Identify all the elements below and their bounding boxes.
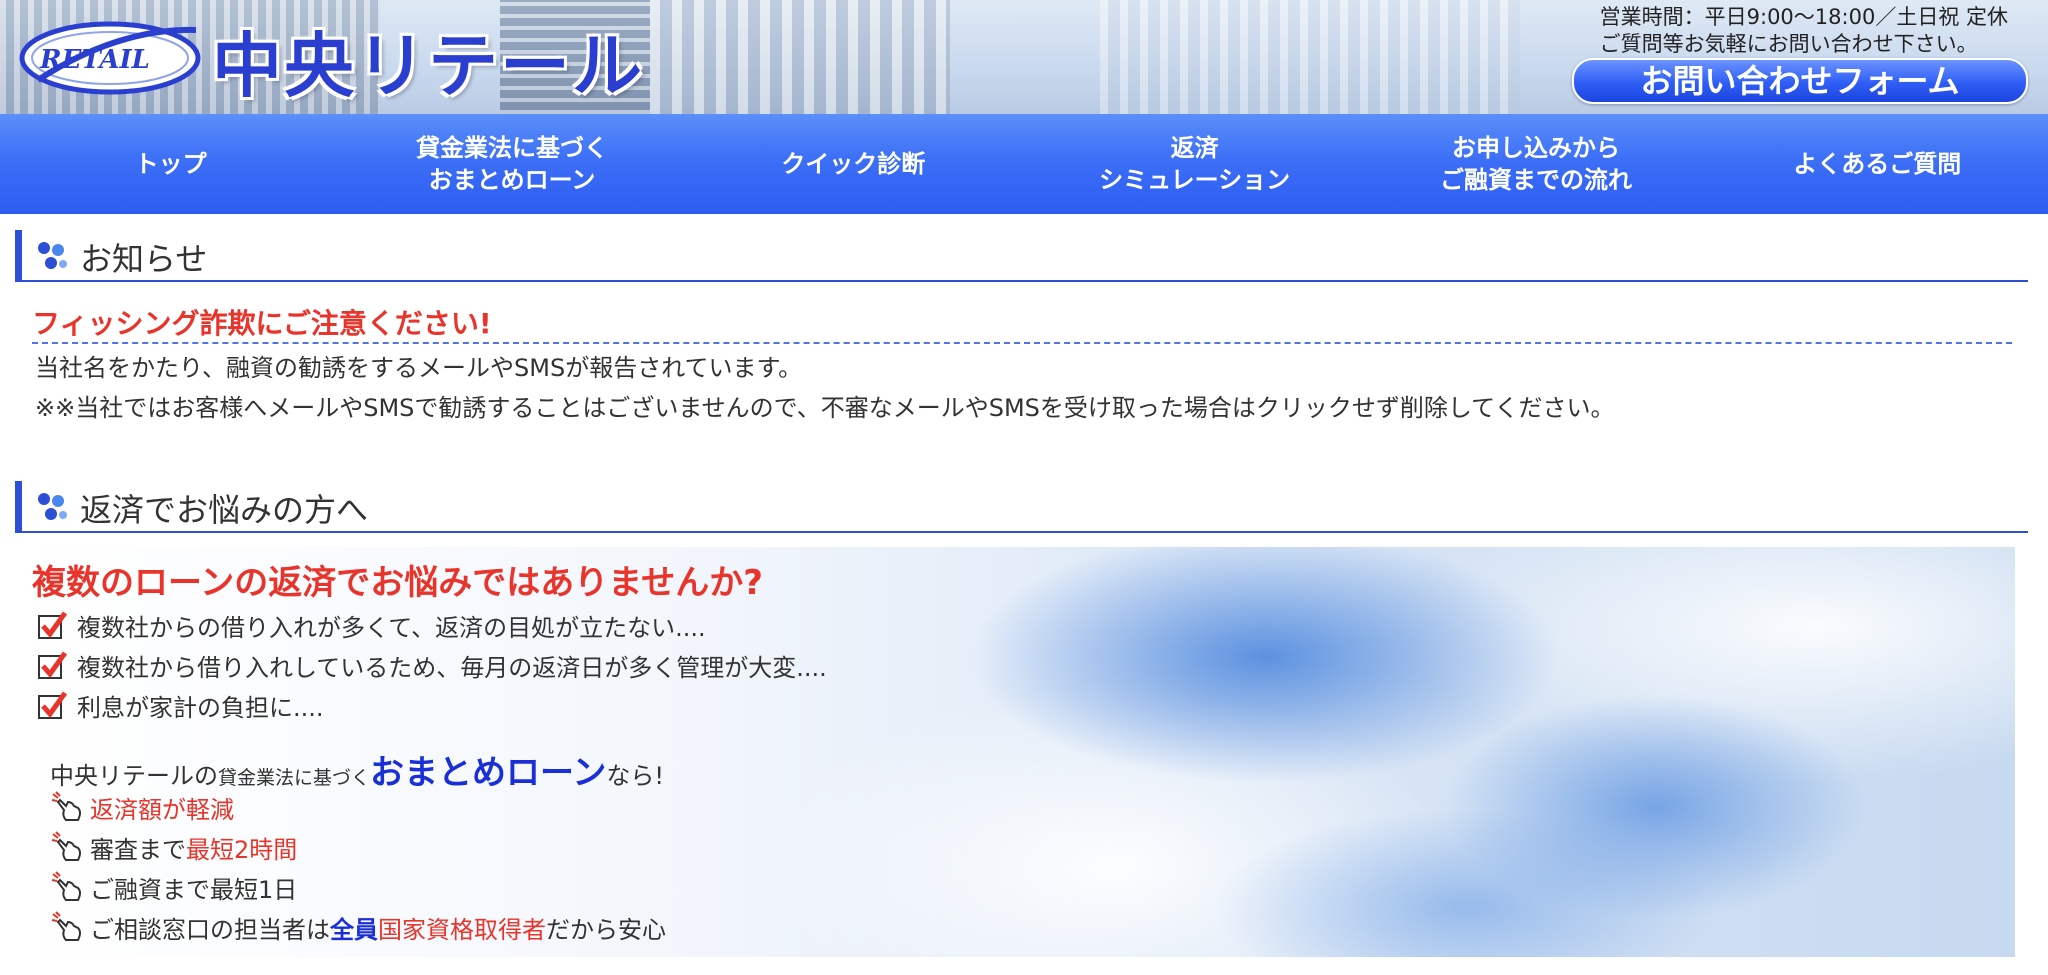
merit-list: 返済額が軽減 審査まで 最短2時間 ご融資まで最短1日 ご相談窓口の担当者は 全員国… <box>50 787 666 947</box>
lead-company: 中央リテールの <box>50 762 218 790</box>
company-logo-text[interactable]: 中央リテール <box>212 10 644 111</box>
nav-item-top[interactable]: トップ <box>0 114 341 214</box>
news-title: お知らせ <box>80 240 208 278</box>
worry-text: 複数社から借り入れしているため、毎月の返済日が多く管理が大変.... <box>77 653 827 682</box>
merit-emphasis: 全員 <box>330 915 378 944</box>
consolidation-promo-banner: 複数のローンの返済でお悩みではありませんか? 複数社からの借り入れが多くて、返済… <box>15 547 2015 957</box>
nav-item-faq[interactable]: よくあるご質問 <box>1707 114 2048 214</box>
list-item: 複数社から借り入れしているため、毎月の返済日が多く管理が大変.... <box>37 645 827 685</box>
nav-item-application-flow[interactable]: お申し込みから ご融資までの流れ <box>1365 114 1706 214</box>
global-nav: トップ 貸金業法に基づく おまとめローン クイック診断 返済 シミュレーション … <box>0 114 2048 214</box>
merit-text: ご相談窓口の担当者は <box>90 915 330 944</box>
contact-invite-line: ご質問等お気軽にお問い合わせ下さい。 <box>1599 32 1978 56</box>
phishing-warning-body: 当社名をかたり、融資の勧誘をするメールやSMSが報告されています。 ※※当社では… <box>0 348 2048 428</box>
repayment-trouble-section-header: 返済でお悩みの方へ <box>15 481 2028 533</box>
lead-law: 貸金業法に基づく <box>218 767 371 789</box>
header-background-building <box>650 0 950 114</box>
merit-text: 審査まで <box>90 835 186 864</box>
pointing-finger-icon <box>51 791 81 821</box>
checkbox-checked-icon <box>38 651 67 679</box>
business-hours: 営業時間：平日9:00～18:00／土日祝 定休 ご質問等お気軽にお問い合わせ下… <box>1600 4 2008 58</box>
notice-text: 当社名をかたり、融資の勧誘をするメールやSMSが報告されています。 <box>35 354 803 382</box>
promo-headline: 複数のローンの返済でお悩みではありませんか? <box>32 563 764 603</box>
worry-text: 複数社からの借り入れが多くて、返済の目処が立たない.... <box>77 613 706 642</box>
phishing-warning-headline: フィッシング詐欺にご注意ください! <box>32 302 2012 344</box>
list-item: ご融資まで最短1日 <box>50 867 666 907</box>
list-item: 利息が家計の負担に.... <box>37 685 827 725</box>
merit-text-suffix: だから安心 <box>546 915 666 944</box>
list-item: 複数社からの借り入れが多くて、返済の目処が立たない.... <box>37 605 827 645</box>
nav-item-repayment-simulation[interactable]: 返済 シミュレーション <box>1024 114 1365 214</box>
contact-form-button[interactable]: お問い合わせフォーム <box>1572 58 2028 104</box>
news-section-header: お知らせ <box>15 230 2028 282</box>
merit-text: ご融資まで最短1日 <box>90 875 298 904</box>
worry-checklist: 複数社からの借り入れが多くて、返済の目処が立たない.... 複数社から借り入れし… <box>37 605 827 725</box>
nav-item-consolidation-loan[interactable]: 貸金業法に基づく おまとめローン <box>341 114 682 214</box>
pointing-finger-icon <box>51 871 81 901</box>
section-dots-icon <box>38 242 67 269</box>
svg-text:RETAIL: RETAIL <box>39 45 150 75</box>
pointing-finger-icon <box>51 911 81 941</box>
merit-highlight: 国家資格取得者 <box>378 915 546 944</box>
site-header: RETAIL 中央リテール 営業時間：平日9:00～18:00／土日祝 定休 ご… <box>0 0 2048 114</box>
checkbox-checked-icon <box>38 691 67 719</box>
section-dots-icon <box>38 493 67 520</box>
worry-text: 利息が家計の負担に.... <box>77 693 324 722</box>
checkbox-checked-icon <box>38 611 67 639</box>
merit-highlight: 返済額が軽減 <box>90 795 234 824</box>
header-background-building <box>1100 0 1520 114</box>
retail-logo-emblem[interactable]: RETAIL <box>18 18 203 96</box>
business-hours-line: 営業時間：平日9:00～18:00／土日祝 定休 <box>1599 5 2008 29</box>
list-item: 審査まで 最短2時間 <box>50 827 666 867</box>
lead-suffix: なら! <box>606 762 664 790</box>
repayment-trouble-title: 返済でお悩みの方へ <box>80 491 369 529</box>
list-item: 返済額が軽減 <box>50 787 666 827</box>
pointing-finger-icon <box>51 831 81 861</box>
list-item: ご相談窓口の担当者は 全員 国家資格取得者 だから安心 <box>50 907 666 947</box>
merit-highlight: 最短2時間 <box>186 835 298 864</box>
nav-item-quick-check[interactable]: クイック診断 <box>683 114 1024 214</box>
notice-text: ※※当社ではお客様へメールやSMSで勧誘することはございませんので、不審なメール… <box>35 394 1615 422</box>
